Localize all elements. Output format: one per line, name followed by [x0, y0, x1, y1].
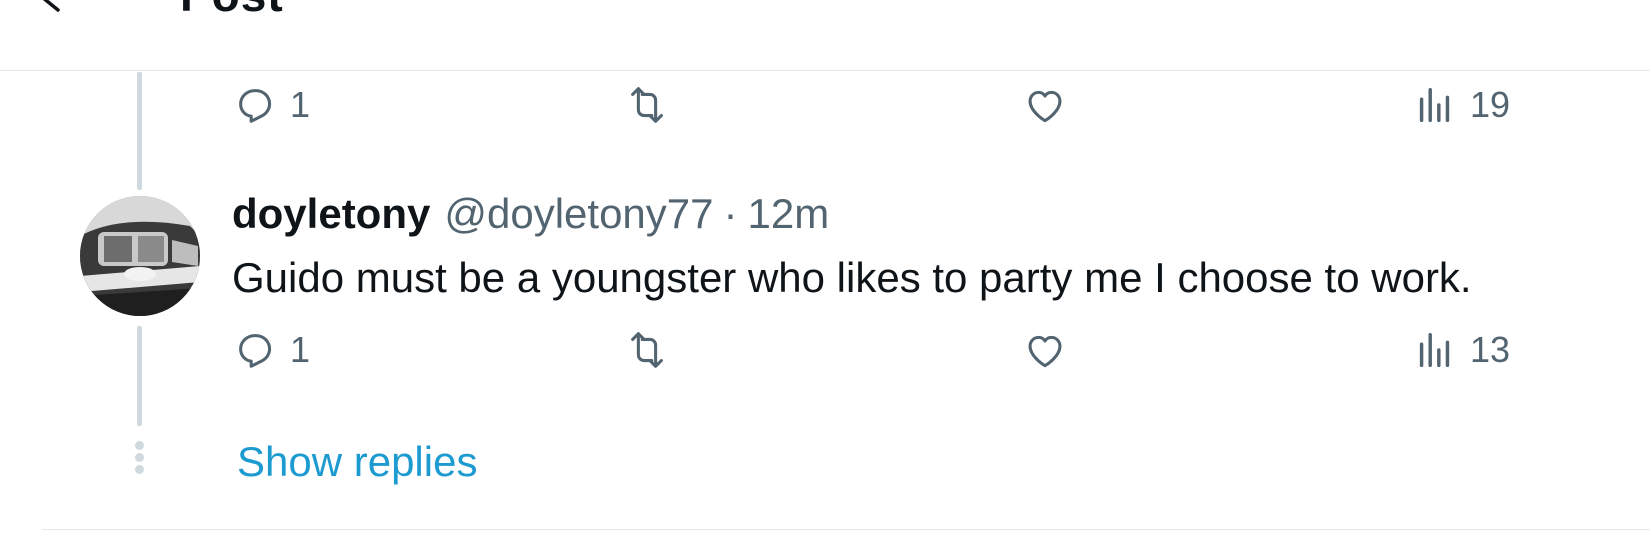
reply-timestamp[interactable]: 12m: [748, 190, 830, 238]
views-icon: [1419, 87, 1450, 123]
reply-count: 1: [290, 329, 311, 370]
show-replies-link[interactable]: Show replies: [237, 438, 477, 486]
views-button[interactable]: 13: [1412, 325, 1510, 375]
arrow-left-icon[interactable]: [36, 0, 70, 14]
reply-button[interactable]: 1: [232, 325, 310, 375]
like-icon: [1028, 90, 1062, 123]
reply-handle[interactable]: @doyletony77: [444, 190, 713, 238]
section-divider: [42, 529, 1650, 530]
reply-icon: [239, 89, 272, 123]
thread-connector-line: [137, 326, 142, 426]
views-icon: [1419, 332, 1450, 368]
repost-icon: [631, 332, 663, 368]
repost-button[interactable]: [624, 80, 682, 130]
reply-action-bar: 1 13: [232, 325, 1532, 375]
reply-count: 1: [290, 84, 311, 125]
like-button[interactable]: [1022, 80, 1080, 130]
repost-button[interactable]: [624, 325, 682, 375]
avatar[interactable]: [80, 196, 200, 316]
reply-header: doyletony @doyletony77 · 12m: [232, 190, 829, 246]
like-icon: [1028, 335, 1062, 368]
parent-post-action-bar: 1 19: [232, 80, 1532, 130]
repost-icon: [631, 87, 663, 123]
reply-icon: [239, 334, 272, 368]
post-thread-page: Post 1: [0, 0, 1650, 551]
thread-more-dots: [133, 441, 145, 475]
reply-separator: ·: [723, 190, 738, 237]
thread-connector-line: [137, 72, 142, 190]
views-button[interactable]: 19: [1412, 80, 1510, 130]
reply-button[interactable]: 1: [232, 80, 310, 130]
views-count: 13: [1470, 329, 1511, 370]
like-button[interactable]: [1022, 325, 1080, 375]
reply-text: Guido must be a youngster who likes to p…: [232, 254, 1472, 301]
header-divider: [0, 70, 1650, 71]
top-bar: Post: [0, 0, 1650, 71]
reply-display-name[interactable]: doyletony: [232, 190, 430, 238]
page-title: Post: [180, 0, 284, 23]
views-count: 19: [1470, 84, 1511, 125]
